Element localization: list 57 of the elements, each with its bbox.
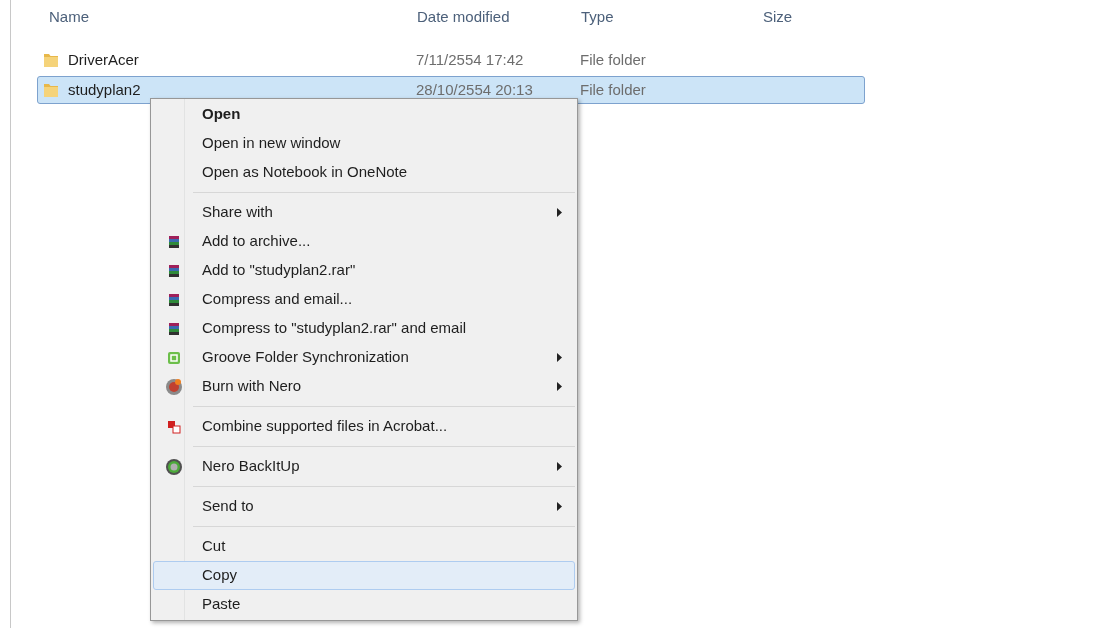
column-header[interactable]: Type: [581, 5, 763, 29]
book-stack-icon: [167, 234, 181, 249]
menu-item[interactable]: Groove Folder Synchronization: [153, 343, 575, 372]
menu-item[interactable]: Paste: [153, 590, 575, 619]
menu-item[interactable]: Open in new window: [153, 129, 575, 158]
menu-label: Copy: [202, 565, 238, 586]
menu-label: Send to: [202, 496, 254, 517]
menu-item[interactable]: Compress to "studyplan2.rar" and email: [153, 314, 575, 343]
menu-label: Add to archive...: [202, 231, 311, 252]
menu-label: Open in new window: [202, 133, 341, 154]
submenu-arrow-icon: [557, 382, 562, 391]
menu-label: Open as Notebook in OneNote: [202, 162, 408, 183]
submenu-arrow-icon: [557, 208, 562, 217]
file-type: File folder: [580, 49, 646, 70]
menu-label: Paste: [202, 594, 241, 615]
file-row[interactable]: DriverAcer 7/11/2554 17:42 File folder: [37, 46, 865, 74]
column-header[interactable]: Date modified: [417, 5, 581, 29]
menu-item[interactable]: Open as Notebook in OneNote: [153, 158, 575, 187]
menu-label: Share with: [202, 202, 273, 223]
menu-item[interactable]: Cut: [153, 532, 575, 561]
folder-icon: [42, 81, 60, 99]
file-type: File folder: [580, 79, 646, 100]
book-stack-icon: [167, 292, 181, 307]
menu-label: Groove Folder Synchronization: [202, 347, 409, 368]
menu-item[interactable]: Share with: [153, 198, 575, 227]
menu-item[interactable]: Compress and email...: [153, 285, 575, 314]
menu-label: Cut: [202, 536, 226, 557]
menu-label: Open: [202, 104, 241, 125]
disc-icon: [165, 377, 183, 396]
menu-item[interactable]: Send to: [153, 492, 575, 521]
sync-icon: [167, 350, 181, 365]
ring-icon: [165, 457, 183, 476]
menu-item[interactable]: Combine supported files in Acrobat...: [153, 412, 575, 441]
submenu-arrow-icon: [557, 353, 562, 362]
column-header[interactable]: Name: [49, 5, 417, 29]
folder-icon: [42, 51, 60, 69]
menu-label: Compress to "studyplan2.rar" and email: [202, 318, 467, 339]
menu-item[interactable]: Add to "studyplan2.rar": [153, 256, 575, 285]
menu-label: Combine supported files in Acrobat...: [202, 416, 448, 437]
date-modified: 7/11/2554 17:42: [416, 49, 525, 70]
submenu-arrow-icon: [557, 462, 562, 471]
book-stack-icon: [167, 263, 181, 278]
menu-label: Compress and email...: [202, 289, 353, 310]
book-stack-icon: [167, 321, 181, 336]
date-modified: 28/10/2554 20:13: [416, 79, 534, 100]
column-header[interactable]: Size: [763, 5, 843, 29]
menu-label: Burn with Nero: [202, 376, 302, 397]
submenu-arrow-icon: [557, 502, 562, 511]
menu-item[interactable]: Copy: [153, 561, 575, 590]
document-icon: [167, 419, 181, 434]
menu-label: Add to "studyplan2.rar": [202, 260, 356, 281]
menu-item[interactable]: Burn with Nero: [153, 372, 575, 401]
menu-item[interactable]: Add to archive...: [153, 227, 575, 256]
file-name: DriverAcer: [68, 49, 140, 70]
menu-item[interactable]: Nero BackItUp: [153, 452, 575, 481]
menu-label: Nero BackItUp: [202, 456, 300, 477]
file-name: studyplan2: [68, 79, 142, 100]
